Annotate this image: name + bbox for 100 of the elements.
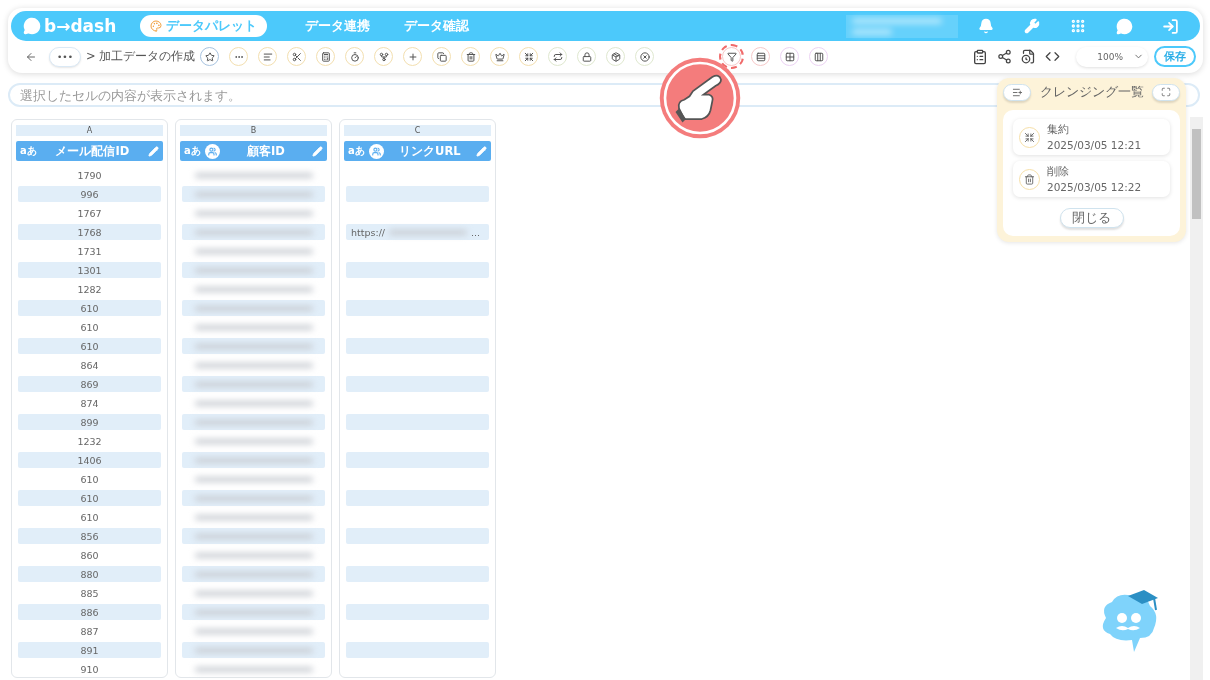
list-plus-icon xyxy=(1011,86,1023,98)
type-label: aあ xyxy=(20,144,37,158)
trash-icon xyxy=(465,51,476,62)
expand-button[interactable] xyxy=(1152,83,1180,101)
table-cell-text: 610 xyxy=(79,472,100,487)
tool-button[interactable] xyxy=(287,47,307,66)
timer-icon xyxy=(349,51,360,62)
column-header[interactable]: aあ メール配信ID xyxy=(16,141,163,161)
repeat-icon xyxy=(552,51,563,62)
table-cell-text: 887 xyxy=(79,624,100,639)
shrink-icon xyxy=(1024,131,1035,143)
scroll-thumb[interactable] xyxy=(1192,129,1201,219)
nav-tab[interactable]: データパレット xyxy=(140,15,268,37)
grid-icon xyxy=(784,51,795,62)
item-time: 2025/03/05 12:21 xyxy=(1047,139,1142,151)
trash-icon xyxy=(1024,173,1035,185)
nav-tab[interactable]: データ確認 xyxy=(394,15,480,37)
palette-icon xyxy=(150,20,163,32)
table-cell-text: 1790 xyxy=(76,168,103,183)
tool-button[interactable] xyxy=(490,47,510,66)
table-cell-text: 864 xyxy=(79,358,100,373)
box-icon xyxy=(610,51,621,62)
column-header[interactable]: aあ リンクURL xyxy=(344,141,491,161)
table-cell-text: 1232 xyxy=(76,434,103,449)
back-arrow-icon[interactable] xyxy=(25,50,37,63)
pencil-icon[interactable] xyxy=(476,145,487,157)
table-cell-text: 885 xyxy=(79,586,100,601)
expand-icon xyxy=(1161,87,1171,97)
type-label: aあ xyxy=(348,144,365,158)
plus-icon xyxy=(407,51,418,62)
tool-button[interactable] xyxy=(432,47,452,66)
column-header[interactable]: aあ 顧客ID xyxy=(180,141,327,161)
filter-icon xyxy=(726,51,737,62)
code-icon[interactable] xyxy=(1044,49,1060,64)
logo[interactable]: b→dash xyxy=(23,16,117,36)
table-cell: 891 xyxy=(18,642,161,658)
share-icon[interactable] xyxy=(996,49,1012,64)
clipboard-icon[interactable] xyxy=(972,48,988,65)
breadcrumb: > 加工データの作成 xyxy=(86,49,196,64)
panel-title: クレンジング一覧 xyxy=(1039,83,1144,101)
tool-button[interactable] xyxy=(722,47,742,66)
column-letter: C xyxy=(344,125,491,136)
tool-button[interactable] xyxy=(461,47,481,66)
table-cell: 610 xyxy=(18,300,161,316)
tool-button[interactable] xyxy=(606,47,626,66)
table-cell: 869 xyxy=(18,376,161,392)
tool-button[interactable] xyxy=(519,47,539,66)
table-cell: 899 xyxy=(18,414,161,430)
pencil-icon[interactable] xyxy=(312,145,323,157)
tool-button[interactable] xyxy=(345,47,365,66)
pencil-icon[interactable] xyxy=(148,145,159,157)
tool-button[interactable] xyxy=(316,47,336,66)
table-cell-text: 910 xyxy=(79,662,100,677)
column-letter: B xyxy=(180,125,327,136)
table-cell: 1301 xyxy=(18,262,161,278)
cleansing-item[interactable]: 集約 2025/03/05 12:21 xyxy=(1013,119,1170,155)
table-cell: 610 xyxy=(18,490,161,506)
tool-button[interactable] xyxy=(635,47,655,66)
columns-icon xyxy=(813,51,824,62)
copy-icon xyxy=(436,51,447,62)
tool-button[interactable] xyxy=(577,47,597,66)
crown-icon xyxy=(494,51,505,62)
column-name: リンクURL xyxy=(398,143,462,159)
table-cell: 996 xyxy=(18,186,161,202)
table-cell-text: 610 xyxy=(79,510,100,525)
zoom-select[interactable]: 100% xyxy=(1076,46,1148,67)
scrollbar[interactable] xyxy=(1190,117,1203,680)
more-button[interactable]: ••• xyxy=(49,46,81,67)
tool-button[interactable] xyxy=(751,47,771,66)
history-icon[interactable] xyxy=(1020,49,1036,64)
table-cell: 886 xyxy=(18,604,161,620)
column-name: メール配信ID xyxy=(54,143,131,159)
close-button[interactable]: 閉じる xyxy=(1059,208,1124,228)
table-cell: 610 xyxy=(18,338,161,354)
add-list-button[interactable] xyxy=(1003,83,1031,101)
save-button[interactable]: 保存 xyxy=(1154,46,1196,67)
lines-icon xyxy=(262,51,273,62)
nav-tab[interactable]: データ連携 xyxy=(295,15,381,37)
cleansing-item[interactable]: 削除 2025/03/05 12:22 xyxy=(1013,161,1170,197)
table-cell: 1406 xyxy=(18,452,161,468)
table-cell-text: 1282 xyxy=(76,282,103,297)
item-name: 集約 xyxy=(1047,123,1070,137)
item-name: 削除 xyxy=(1047,165,1070,179)
tool-button[interactable] xyxy=(374,47,394,66)
rows-icon xyxy=(755,51,766,62)
tool-button[interactable] xyxy=(780,47,800,66)
table-cell-text: 874 xyxy=(79,396,100,411)
column-letter: A xyxy=(16,125,163,136)
tool-button[interactable] xyxy=(548,47,568,66)
tool-button[interactable] xyxy=(200,47,220,66)
table-cell: 1768 xyxy=(18,224,161,240)
scissors-icon xyxy=(291,51,302,62)
star-icon xyxy=(204,51,215,62)
tool-button[interactable] xyxy=(809,47,829,66)
table-cell-text: 860 xyxy=(79,548,100,563)
type-label: aあ xyxy=(184,144,201,158)
table-cell: https:// ... xyxy=(346,224,489,240)
table-cell-text: 1767 xyxy=(76,206,103,221)
table-cell-text: 610 xyxy=(79,320,100,335)
shrink-icon xyxy=(523,51,534,62)
